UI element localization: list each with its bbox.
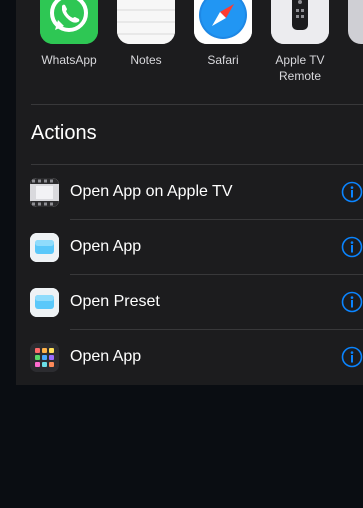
info-icon[interactable] (341, 291, 363, 313)
app-grid-icon (30, 343, 59, 372)
apple-tv-remote-icon (271, 0, 329, 44)
section-divider (31, 104, 363, 105)
safari-icon (194, 0, 252, 44)
app-placeholder-icon (30, 233, 59, 262)
app-label-safari: Safari (207, 53, 239, 67)
app-label-apple-tv-remote: Apple TV Remote (275, 53, 325, 83)
action-row-open-preset[interactable]: Open Preset (16, 275, 363, 330)
action-label: Open App (70, 238, 142, 255)
action-row-open-app[interactable]: Open App (16, 220, 363, 275)
action-label: Open Preset (70, 293, 160, 310)
notes-icon (117, 0, 175, 44)
preset-icon (30, 288, 59, 317)
action-label: Open App on Apple TV (70, 183, 233, 200)
action-row-open-app-on-apple-tv[interactable]: Open App on Apple TV (16, 165, 363, 220)
apps-row: WhatsApp Notes Safari Apple TV Remote (16, 0, 363, 104)
partial-app-icon (348, 0, 363, 44)
whatsapp-icon (40, 0, 98, 44)
info-icon[interactable] (341, 181, 363, 203)
action-row-open-app-grid[interactable]: Open App (16, 330, 363, 385)
action-label: Open App (70, 348, 142, 365)
info-icon[interactable] (341, 346, 363, 368)
actions-section-title: Actions (31, 122, 97, 144)
app-label-partial: M (337, 52, 363, 68)
apple-tv-icon (30, 178, 59, 207)
app-label-whatsapp: WhatsApp (41, 53, 97, 67)
share-sheet: WhatsApp Notes Safari Apple TV Remote Ac… (16, 0, 363, 385)
app-label-notes: Notes (130, 53, 162, 67)
info-icon[interactable] (341, 236, 363, 258)
